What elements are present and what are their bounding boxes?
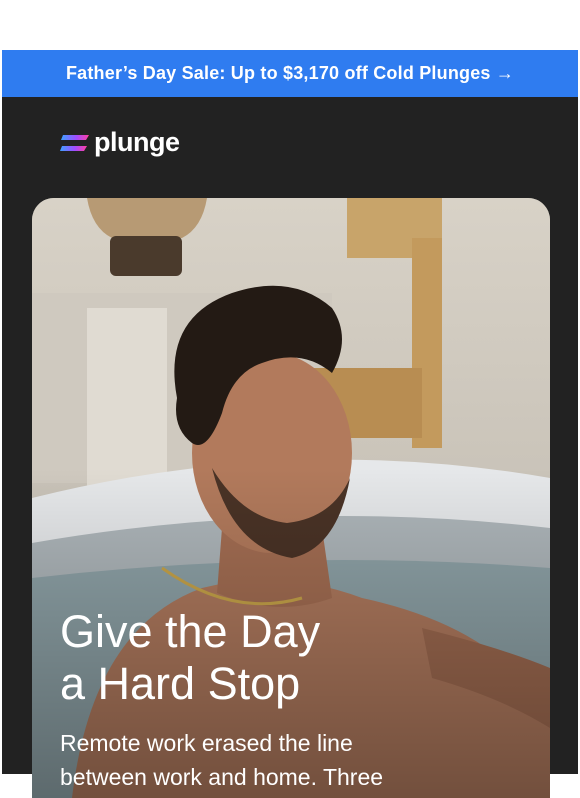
plunge-wordmark: plunge bbox=[94, 127, 180, 157]
hero-headline: Give the Day a Hard Stop bbox=[60, 606, 320, 710]
hero-body-line-1: Remote work erased the line bbox=[60, 730, 353, 756]
hero-card[interactable]: Give the Day a Hard Stop Remote work era… bbox=[32, 198, 550, 798]
plunge-logo-icon bbox=[60, 134, 89, 151]
plunge-logo[interactable]: plunge bbox=[60, 127, 180, 158]
hero-body-line-2: between work and home. Three bbox=[60, 764, 384, 790]
sale-banner-link[interactable]: Father’s Day Sale: Up to $3,170 off Cold… bbox=[2, 50, 578, 97]
hero-headline-line-1: Give the Day bbox=[60, 606, 321, 657]
hero-body-text: Remote work erased the line between work… bbox=[60, 726, 520, 794]
top-whitespace bbox=[0, 0, 580, 50]
email-frame: Father’s Day Sale: Up to $3,170 off Cold… bbox=[2, 50, 578, 798]
sale-banner-text: Father’s Day Sale: Up to $3,170 off Cold… bbox=[65, 63, 515, 83]
hero-headline-line-2: a Hard Stop bbox=[60, 658, 301, 709]
